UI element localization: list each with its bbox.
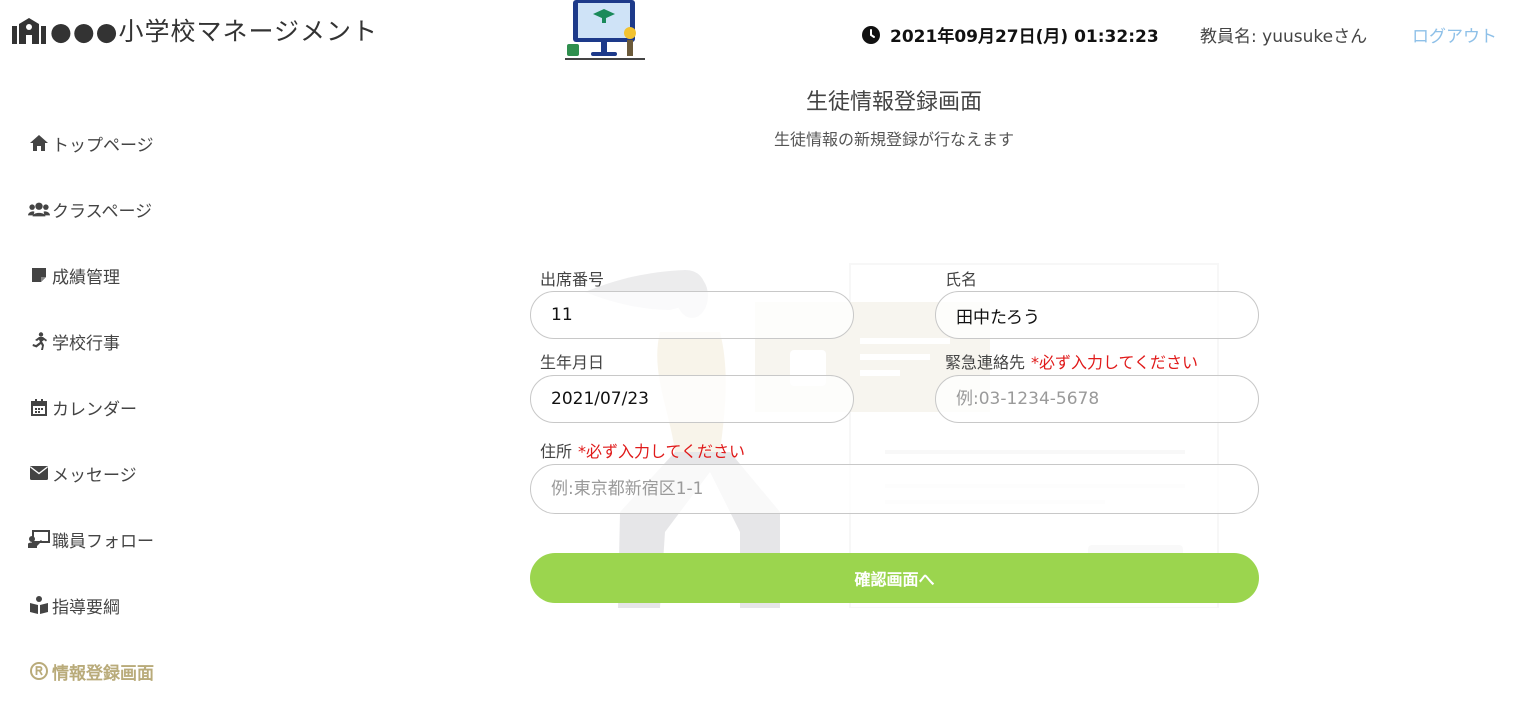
emergency-contact-label: 緊急連絡先 *必ず入力してください [945,349,1198,373]
envelope-icon [28,466,50,480]
app-brand[interactable]: ●●●小学校マネージメント [12,12,378,48]
required-note: *必ず入力してください [1031,353,1199,372]
emergency-contact-input[interactable] [935,375,1259,423]
page-subtitle: 生徒情報の新規登録が行なえます [773,130,1014,149]
datetime-display: 2021年09月27日(月) 01:32:23 [862,22,1159,47]
sidebar-nav: トップページ クラスページ 成績管理 学校行事 カレンダー メッセージ 職員フォ… [28,110,154,704]
running-icon [28,332,50,350]
teacher-name: 教員名: yuusukeさん [1200,27,1368,47]
required-note: *必ず入力してください [578,442,746,461]
sidebar-item-class[interactable]: クラスページ [28,176,154,242]
sidebar-item-guidelines[interactable]: 指導要綱 [28,572,154,638]
chalkboard-teacher-icon [28,530,50,548]
sidebar-item-label: クラスページ [52,201,153,222]
sidebar-item-staff-follow[interactable]: 職員フォロー [28,506,154,572]
label-text: 緊急連絡先 [945,353,1026,372]
clock-icon [862,25,880,44]
users-icon [28,200,50,218]
address-label: 住所 *必ず入力してください [540,438,745,462]
label-text: 生年月日 [540,353,605,372]
sidebar-item-calendar[interactable]: カレンダー [28,374,154,440]
sidebar-item-label: 成績管理 [52,267,120,288]
sidebar-item-message[interactable]: メッセージ [28,440,154,506]
attendance-no-input[interactable] [530,291,854,339]
sidebar-item-label: 学校行事 [52,333,120,354]
page-title: 生徒情報登録画面 [805,90,982,115]
note-icon [28,267,50,283]
sidebar-item-label: カレンダー [52,399,137,420]
label-text: 住所 [540,442,573,461]
name-input[interactable] [935,291,1259,339]
sidebar-item-label: 指導要綱 [52,597,120,618]
sidebar-item-label: メッセージ [52,465,137,486]
calendar-icon [28,398,50,416]
attendance-no-label: 出席番号 [540,266,604,290]
school-logo-image [565,0,645,60]
name-label: 氏名 [945,266,977,290]
registered-icon [28,662,50,680]
school-icon [12,18,46,44]
datetime-text: 2021年09月27日(月) 01:32:23 [890,27,1159,47]
label-text: 出席番号 [540,270,605,289]
address-input[interactable] [530,464,1259,514]
app-title: ●●●小学校マネージメント [50,17,378,46]
logout-link[interactable]: ログアウト [1412,22,1497,47]
sidebar-item-registration[interactable]: 情報登録画面 [28,638,154,704]
sidebar-item-grades[interactable]: 成績管理 [28,242,154,308]
book-reader-icon [28,596,50,614]
sidebar-item-label: 情報登録画面 [52,663,154,684]
birthdate-label: 生年月日 [540,349,604,373]
sidebar-item-label: 職員フォロー [52,531,154,552]
label-text: 氏名 [945,270,978,289]
sidebar-item-events[interactable]: 学校行事 [28,308,154,374]
birthdate-input[interactable] [530,375,854,423]
confirm-button[interactable]: 確認画面へ [530,553,1259,603]
